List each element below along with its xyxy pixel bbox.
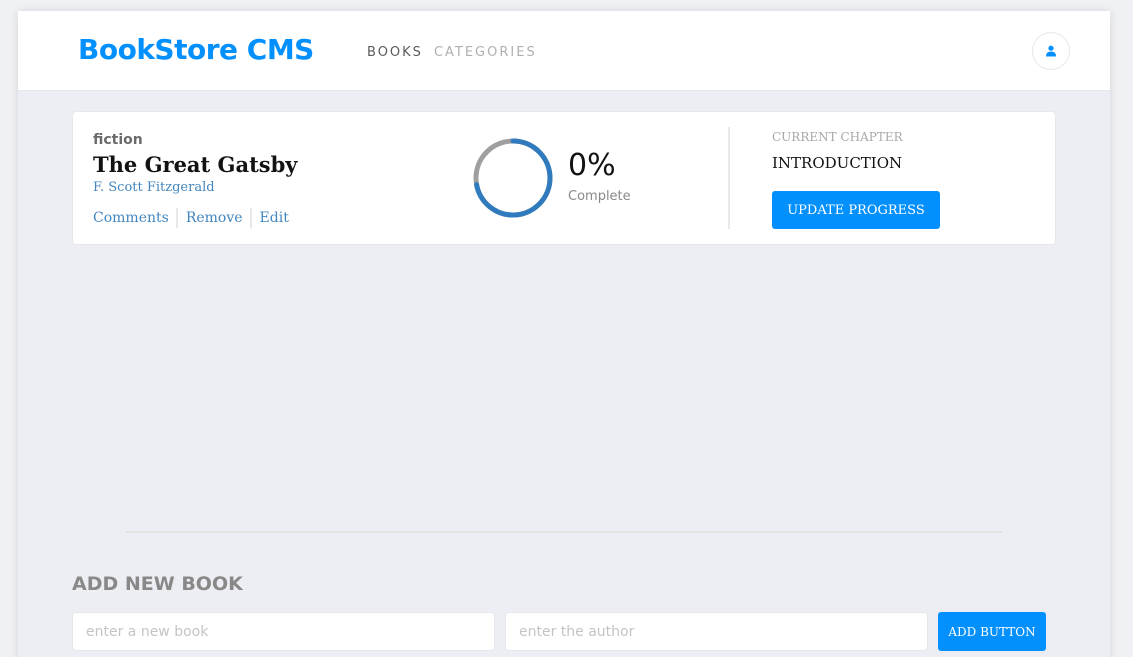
update-progress-button[interactable]: UPDATE PROGRESS <box>772 191 940 229</box>
remove-button[interactable]: Remove <box>186 210 243 226</box>
book-card: fiction The Great Gatsby F. Scott Fitzge… <box>72 111 1056 245</box>
nav-books[interactable]: BOOKS <box>367 45 423 60</box>
nav-categories[interactable]: CATEGORIES <box>434 45 537 60</box>
progress-status: Complete <box>568 189 631 204</box>
book-actions: Comments Remove Edit <box>93 208 289 228</box>
add-book-button[interactable]: ADD BUTTON <box>938 612 1046 651</box>
app-panel: BookStore CMS BOOKS CATEGORIES fiction T… <box>18 11 1110 657</box>
card-divider <box>728 127 730 229</box>
book-title-input[interactable] <box>72 612 495 651</box>
main-nav: BOOKS CATEGORIES <box>367 45 537 60</box>
user-icon <box>1046 45 1056 57</box>
app-logo[interactable]: BookStore CMS <box>78 33 314 66</box>
book-author: F. Scott Fitzgerald <box>93 180 215 195</box>
book-title: The Great Gatsby <box>93 152 298 177</box>
current-chapter-name: INTRODUCTION <box>772 154 903 172</box>
header: BookStore CMS BOOKS CATEGORIES <box>18 11 1110 91</box>
progress-percent: 0% <box>568 148 616 183</box>
add-book-title: ADD NEW BOOK <box>72 573 243 595</box>
user-avatar-button[interactable] <box>1032 32 1070 70</box>
edit-button[interactable]: Edit <box>260 210 289 226</box>
current-chapter-label: CURRENT CHAPTER <box>772 130 903 144</box>
comments-button[interactable]: Comments <box>93 210 169 226</box>
action-divider <box>175 208 178 228</box>
section-divider <box>126 531 1002 533</box>
author-input[interactable] <box>505 612 928 651</box>
action-divider <box>249 208 252 228</box>
book-genre: fiction <box>93 132 143 148</box>
progress-ring <box>473 138 553 218</box>
